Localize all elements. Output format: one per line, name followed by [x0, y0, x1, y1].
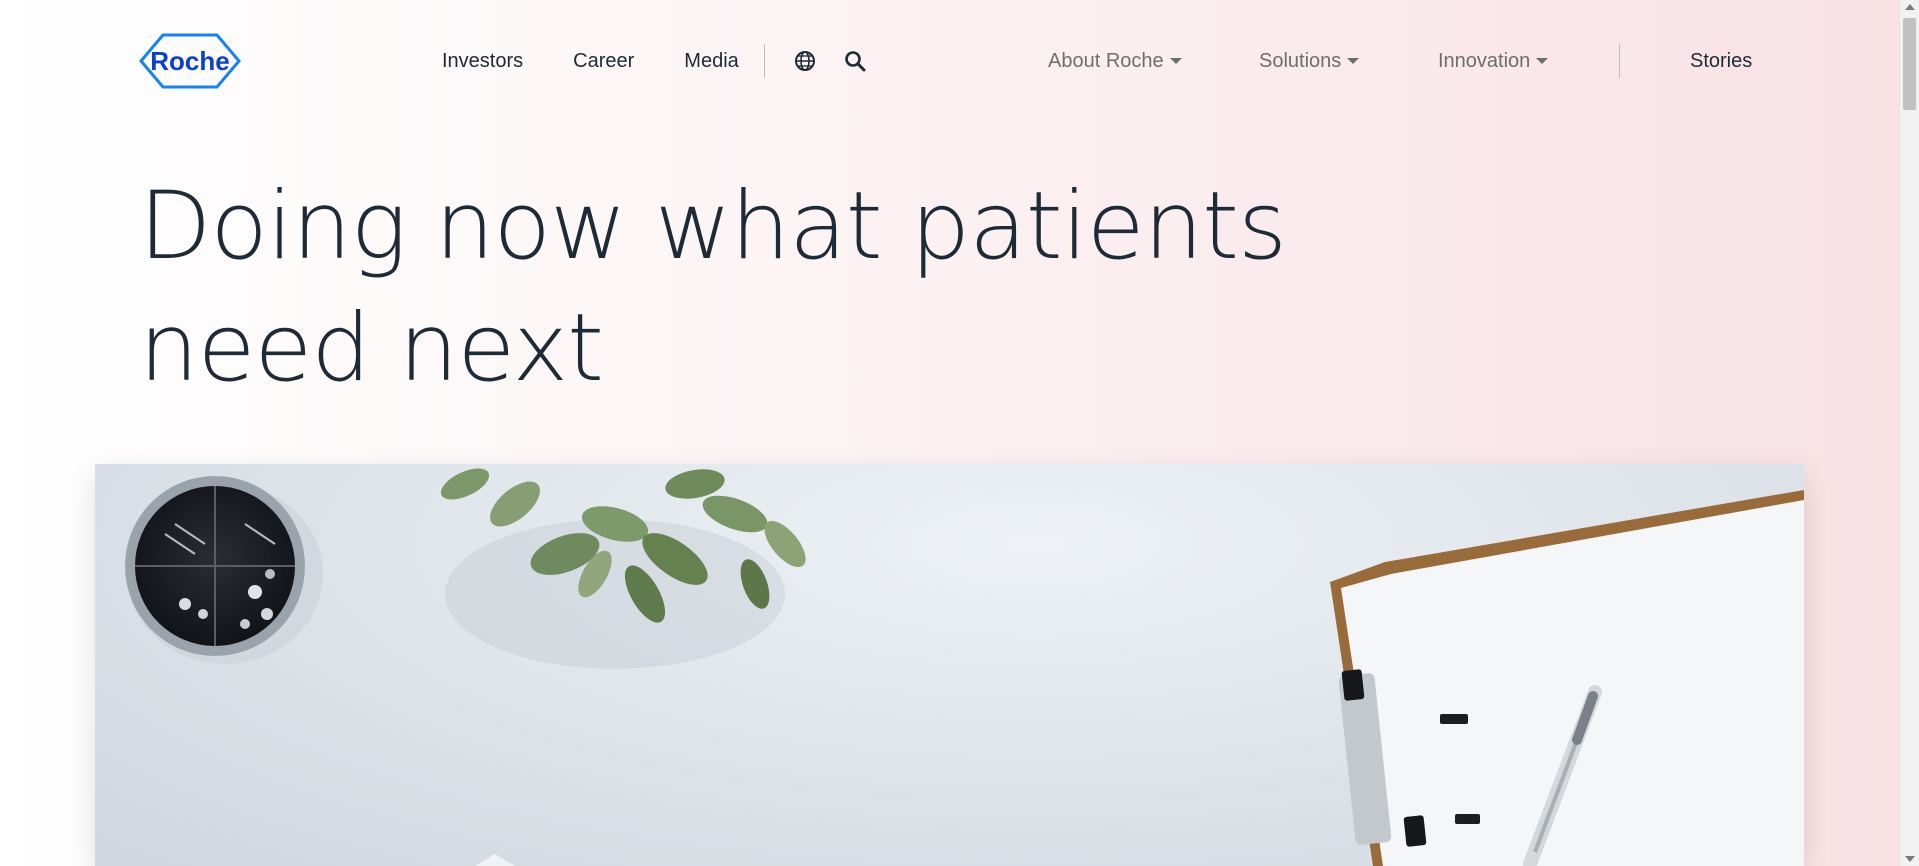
nav-about-roche[interactable]: About Roche: [1048, 48, 1182, 74]
nav-innovation-label: Innovation: [1438, 50, 1531, 72]
roche-logo[interactable]: Roche: [139, 33, 241, 89]
caret-down-icon: [1347, 58, 1360, 64]
globe-icon[interactable]: [792, 48, 818, 74]
logo-text: Roche: [150, 46, 229, 76]
nav-divider: [1619, 44, 1620, 78]
search-icon[interactable]: [842, 48, 868, 74]
paper-corner: [475, 854, 515, 866]
caret-down-icon: [1536, 58, 1549, 64]
scrollbar[interactable]: [1899, 0, 1919, 866]
caret-down-icon: [1169, 58, 1182, 64]
nav-solutions[interactable]: Solutions: [1259, 48, 1360, 74]
nav-divider: [764, 44, 765, 78]
page: Roche Investors Career Media About Roche…: [0, 0, 1899, 866]
clipboard: [1330, 490, 1804, 866]
nav-career[interactable]: Career: [573, 48, 634, 74]
nav-innovation[interactable]: Innovation: [1438, 48, 1549, 74]
nav-solutions-label: Solutions: [1259, 50, 1342, 72]
scrollbar-thumb[interactable]: [1903, 18, 1916, 110]
nav-about-roche-label: About Roche: [1048, 50, 1164, 72]
nav-media[interactable]: Media: [684, 48, 738, 74]
hero-image: [95, 464, 1804, 866]
scroll-down-arrow-icon[interactable]: [1905, 856, 1915, 862]
pin-tin: [125, 476, 323, 664]
plant: [440, 468, 806, 669]
primary-nav: Investors Career Media: [442, 48, 769, 74]
nav-investors[interactable]: Investors: [442, 48, 523, 74]
site-header: Roche Investors Career Media About Roche…: [0, 0, 1899, 122]
nav-stories[interactable]: Stories: [1690, 48, 1752, 74]
hero-title: Doing now what patients need next: [139, 172, 1287, 403]
scroll-up-arrow-icon[interactable]: [1905, 4, 1915, 10]
